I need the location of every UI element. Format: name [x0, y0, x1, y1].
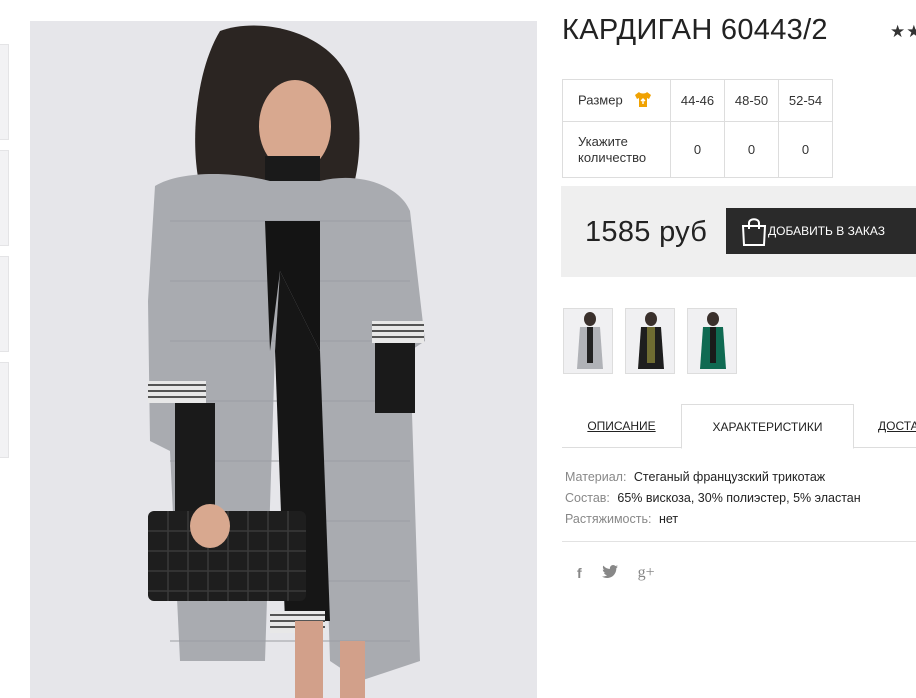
rating-stars[interactable]: ★★	[890, 22, 916, 42]
product-tabs: ОПИСАНИЕ ХАРАКТЕРИСТИКИ ДОСТАВКА	[562, 404, 916, 449]
size-label-cell: Размер	[562, 79, 671, 122]
facebook-icon[interactable]: f	[577, 565, 582, 581]
variant-thumbnail-black[interactable]	[625, 308, 675, 374]
gallery-thumbnail-strip	[0, 44, 10, 468]
quantity-label-cell: Укажите количество	[562, 121, 671, 178]
characteristic-key: Состав:	[565, 491, 610, 505]
tab-delivery[interactable]: ДОСТАВКА	[854, 404, 916, 448]
size-option-52-54: 52-54	[778, 79, 833, 122]
characteristic-row: Состав: 65% вискоза, 30% полиэстер, 5% э…	[565, 488, 861, 509]
add-to-cart-label: ДОБАВИТЬ В ЗАКАЗ	[768, 224, 885, 238]
model-in-cardigan-image	[30, 21, 537, 698]
main-product-photo[interactable]	[30, 21, 537, 698]
price-box: 1585 руб ДОБАВИТЬ В ЗАКАЗ	[561, 186, 916, 277]
gallery-thumbnail[interactable]	[0, 256, 9, 352]
characteristic-key: Материал:	[565, 470, 627, 484]
quantity-label-line1: Укажите	[578, 133, 628, 149]
size-option-48-50: 48-50	[724, 79, 779, 122]
quantity-input-52-54[interactable]: 0	[778, 121, 833, 178]
divider	[562, 541, 916, 542]
quantity-input-48-50[interactable]: 0	[724, 121, 779, 178]
gallery-thumbnail[interactable]	[0, 44, 9, 140]
social-share: f g+	[577, 564, 655, 582]
tab-description[interactable]: ОПИСАНИЕ	[562, 404, 681, 448]
variant-thumbnail-grey[interactable]	[563, 308, 613, 374]
variant-thumbnail-green[interactable]	[687, 308, 737, 374]
characteristic-value: 65% вискоза, 30% полиэстер, 5% эластан	[617, 491, 861, 505]
product-page: КАРДИГАН 60443/2 ★★ Размер 44-46 48-50 5…	[0, 0, 916, 698]
color-variant-thumbnails	[563, 308, 737, 374]
size-quantity-table: Размер 44-46 48-50 52-54 Укажите количес…	[562, 79, 833, 178]
gallery-thumbnail[interactable]	[0, 362, 9, 458]
google-plus-icon[interactable]: g+	[638, 564, 655, 582]
characteristic-value: нет	[658, 512, 679, 526]
add-to-cart-button[interactable]: ДОБАВИТЬ В ЗАКАЗ	[726, 208, 916, 254]
shopping-bag-icon	[740, 217, 768, 250]
characteristics-list: Материал: Стеганый французский трикотаж …	[565, 467, 861, 530]
size-option-44-46: 44-46	[670, 79, 725, 122]
characteristic-value: Стеганый французский трикотаж	[633, 470, 826, 484]
tab-characteristics[interactable]: ХАРАКТЕРИСТИКИ	[681, 404, 854, 449]
characteristic-key: Растяжимость:	[565, 512, 652, 526]
product-title: КАРДИГАН 60443/2	[562, 14, 828, 46]
characteristic-row: Растяжимость: нет	[565, 509, 861, 530]
size-row: Размер 44-46 48-50 52-54	[562, 79, 833, 122]
quantity-input-44-46[interactable]: 0	[670, 121, 725, 178]
size-label: Размер	[578, 91, 623, 107]
gallery-thumbnail[interactable]	[0, 150, 9, 246]
twitter-icon[interactable]	[601, 565, 618, 581]
characteristic-row: Материал: Стеганый французский трикотаж	[565, 467, 861, 488]
price: 1585 руб	[585, 216, 708, 248]
quantity-row: Укажите количество 0 0 0	[562, 121, 833, 178]
quantity-label-line2: количество	[578, 149, 647, 165]
size-chart-icon[interactable]	[634, 91, 652, 111]
